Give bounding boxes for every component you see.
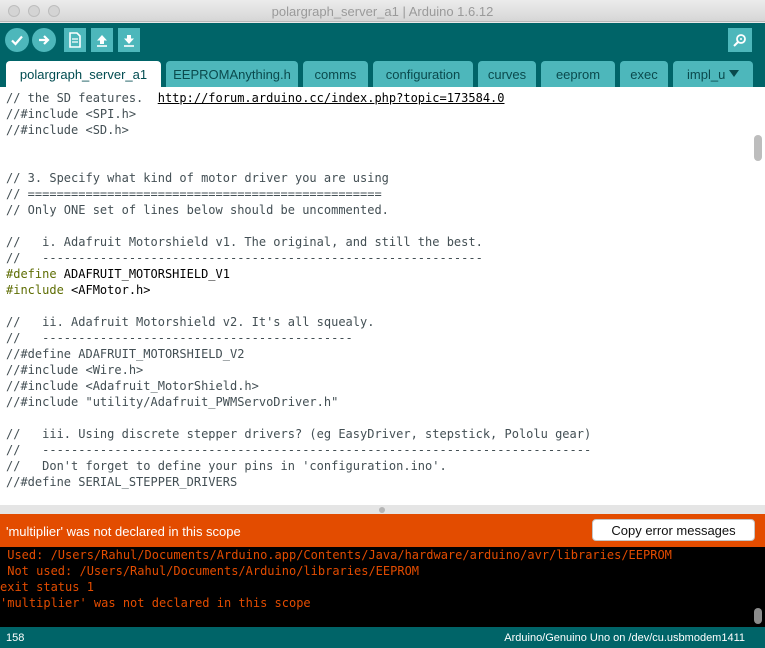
code-line: //#include "utility/Adafruit_PWMServoDri… <box>6 394 591 410</box>
triangle-down-icon[interactable] <box>729 70 740 78</box>
verify-button[interactable] <box>5 28 29 52</box>
code-line: // ii. Adafruit Motorshield v2. It's all… <box>6 314 591 330</box>
code-text: #include <box>6 283 64 297</box>
console-output[interactable]: Used: /Users/Rahul/Documents/Arduino.app… <box>0 547 765 627</box>
save-sketch-button[interactable] <box>118 28 140 52</box>
tab-polargraph-server-a1[interactable]: polargraph_server_a1 <box>6 61 161 87</box>
tab-eeprom[interactable]: eeprom <box>541 61 615 87</box>
code-text: // Don't forget to define your pins in '… <box>6 459 447 473</box>
code-line: // -------------------------------------… <box>6 442 591 458</box>
code-text: //#include "utility/Adafruit_PWMServoDri… <box>6 395 339 409</box>
code-line: // iii. Using discrete stepper drivers? … <box>6 426 591 442</box>
magnifier-icon <box>733 34 746 47</box>
code-editor[interactable]: // the SD features. http://forum.arduino… <box>0 87 765 505</box>
editor-scrollbar[interactable] <box>754 135 762 161</box>
code-line: // i. Adafruit Motorshield v1. The origi… <box>6 234 591 250</box>
code-text: <AFMotor.h> <box>63 283 151 297</box>
code-text: // ii. Adafruit Motorshield v2. It's all… <box>6 315 375 329</box>
check-icon <box>11 35 23 46</box>
console-line: Not used: /Users/Rahul/Documents/Arduino… <box>0 564 420 578</box>
code-line: #include <AFMotor.h> <box>6 282 591 298</box>
arrow-down-icon <box>124 35 134 47</box>
divider-grip[interactable] <box>379 507 385 513</box>
code-line: //#include <Wire.h> <box>6 362 591 378</box>
code-text: //#include <Adafruit_MotorShield.h> <box>6 379 259 393</box>
code-line: // =====================================… <box>6 186 591 202</box>
code-text: // -------------------------------------… <box>6 443 592 457</box>
code-line: //#define SERIAL_STEPPER_DRIVERS <box>6 474 591 490</box>
arrow-up-icon <box>97 35 107 47</box>
code-link[interactable]: http://forum.arduino.cc/index.php?topic=… <box>158 91 505 105</box>
code-line: // Only ONE set of lines below should be… <box>6 202 591 218</box>
tab-configuration[interactable]: configuration <box>373 61 473 87</box>
tab-impl-u-label: impl_u <box>687 66 726 82</box>
console-line: exit status 1 <box>0 580 94 594</box>
upload-button[interactable] <box>32 28 56 52</box>
code-text: // -------------------------------------… <box>6 251 483 265</box>
code-text: //#define ADAFRUIT_MOTORSHIELD_V2 <box>6 347 245 361</box>
code-text: //#include <SPI.h> <box>6 107 137 121</box>
code-line: // the SD features. http://forum.arduino… <box>6 90 591 106</box>
document-icon <box>69 32 81 48</box>
tab-eepromanything[interactable]: EEPROMAnything.h <box>166 61 298 87</box>
code-text: // -------------------------------------… <box>6 331 353 345</box>
code-line: // -------------------------------------… <box>6 250 591 266</box>
pane-divider[interactable] <box>0 505 765 514</box>
tab-curves[interactable]: curves <box>478 61 536 87</box>
new-sketch-button[interactable] <box>64 28 86 52</box>
status-bar: 158 Arduino/Genuino Uno on /dev/cu.usbmo… <box>0 627 765 648</box>
code-line: #define ADAFRUIT_MOTORSHIELD_V1 <box>6 266 591 282</box>
code-text: // i. Adafruit Motorshield v1. The origi… <box>6 235 483 249</box>
tab-comms[interactable]: comms <box>303 61 368 87</box>
code-line: // 3. Specify what kind of motor driver … <box>6 170 591 186</box>
code-text: // 3. Specify what kind of motor driver … <box>6 171 389 185</box>
status-line-number: 158 <box>6 632 25 644</box>
code-text: #define <box>6 267 57 281</box>
code-text: // the SD features. <box>6 91 158 105</box>
arrow-right-icon <box>39 35 50 45</box>
window-title: polargraph_server_a1 | Arduino 1.6.12 <box>271 4 494 19</box>
code-text: // iii. Using discrete stepper drivers? … <box>6 427 592 441</box>
code-line: //#include <Adafruit_MotorShield.h> <box>6 378 591 394</box>
code-lines: // the SD features. http://forum.arduino… <box>6 90 591 490</box>
serial-monitor-button[interactable] <box>728 28 752 52</box>
code-line: // -------------------------------------… <box>6 330 591 346</box>
code-line: //#include <SPI.h> <box>6 106 591 122</box>
code-line: //#define ADAFRUIT_MOTORSHIELD_V2 <box>6 346 591 362</box>
tab-exec[interactable]: exec <box>620 61 668 87</box>
code-text: // Only ONE set of lines below should be… <box>6 203 389 217</box>
copy-error-messages-button[interactable]: Copy error messages <box>592 519 755 541</box>
open-sketch-button[interactable] <box>91 28 113 52</box>
window-titlebar: polargraph_server_a1 | Arduino 1.6.12 <box>0 0 765 22</box>
error-bar: 'multiplier' was not declared in this sc… <box>0 514 765 547</box>
code-text: // =====================================… <box>6 187 382 201</box>
code-line: //#include <SD.h> <box>6 122 591 138</box>
toolbar <box>0 23 765 57</box>
code-text: //#include <Wire.h> <box>6 363 144 377</box>
code-text: ADAFRUIT_MOTORSHIELD_V1 <box>56 267 230 281</box>
error-message: 'multiplier' was not declared in this sc… <box>6 524 241 539</box>
code-line: // Don't forget to define your pins in '… <box>6 458 591 474</box>
tab-impl-u[interactable]: impl_u <box>673 61 753 87</box>
status-board-port: Arduino/Genuino Uno on /dev/cu.usbmodem1… <box>504 632 745 644</box>
console-line: 'multiplier' was not declared in this sc… <box>0 596 311 610</box>
code-text: //#include <SD.h> <box>6 123 129 137</box>
code-text: //#define SERIAL_STEPPER_DRIVERS <box>6 475 238 489</box>
console-line: Used: /Users/Rahul/Documents/Arduino.app… <box>0 548 672 562</box>
tab-bar: polargraph_server_a1 EEPROMAnything.h co… <box>0 57 765 87</box>
console-scrollbar[interactable] <box>754 608 762 624</box>
